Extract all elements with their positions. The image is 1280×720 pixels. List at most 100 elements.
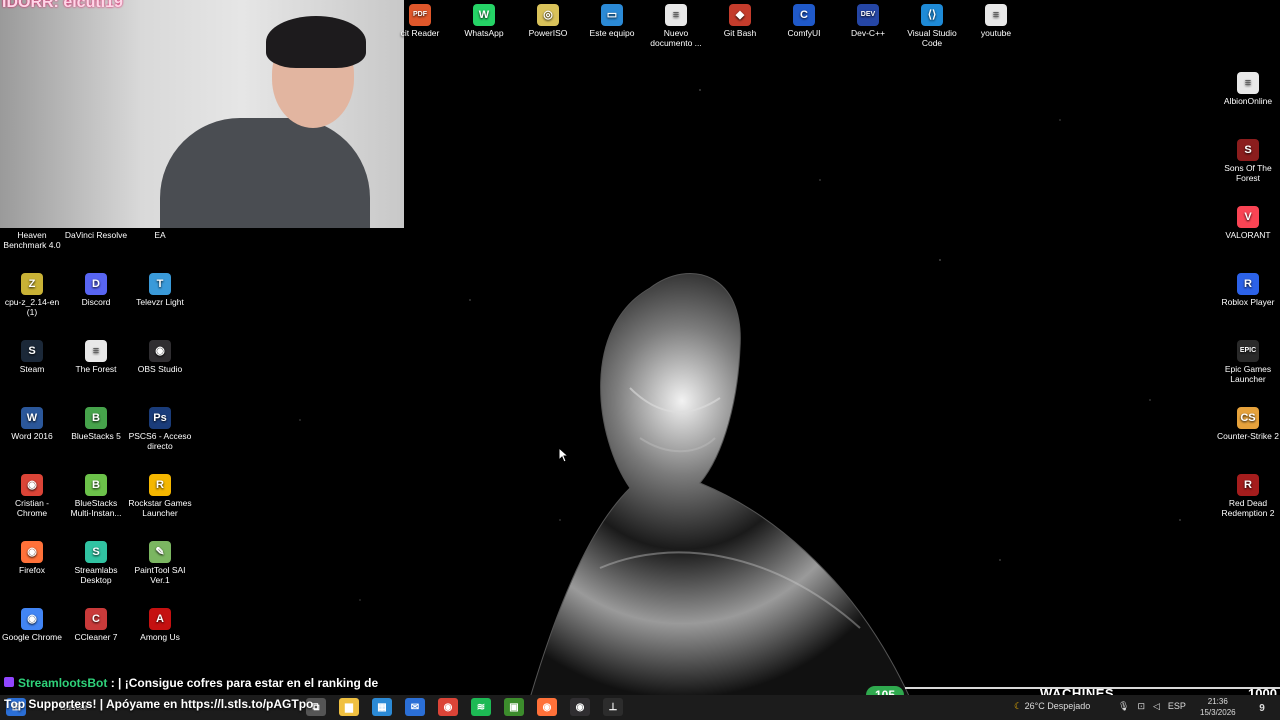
desktop-icon-pscs6-acceso-directo[interactable]: Ps PSCS6 - Acceso directo bbox=[128, 407, 192, 451]
language-indicator[interactable]: ESP bbox=[1168, 701, 1186, 712]
google-chrome-icon: ◉ bbox=[21, 608, 43, 630]
notifications-button[interactable]: 9 bbox=[1252, 699, 1272, 717]
taskbar-chrome-icon[interactable]: ◉ bbox=[438, 698, 458, 716]
clock-date: 15/3/2026 bbox=[1200, 708, 1236, 717]
desktop-icon-label: PowerISO bbox=[528, 28, 568, 38]
desktop-icon-painttool-sai-ver-1[interactable]: ✎ PaintTool SAI Ver.1 bbox=[128, 541, 192, 585]
roblox-player-icon: R bbox=[1237, 273, 1259, 295]
desktop-icon-davinci-resolve[interactable]: DaVinci Resolve bbox=[64, 206, 128, 240]
taskbar-file-explorer-icon[interactable]: ▆ bbox=[339, 698, 359, 716]
desktop-icon-among-us[interactable]: A Among Us bbox=[128, 608, 192, 642]
word-2016-icon: W bbox=[21, 407, 43, 429]
desktop-icon-obs-studio[interactable]: ◉ OBS Studio bbox=[128, 340, 192, 374]
desktop-icon-youtube[interactable]: ≡ youtube bbox=[964, 4, 1028, 38]
desktop-icon-label: Among Us bbox=[140, 632, 180, 642]
obs-studio-icon: ◉ bbox=[149, 340, 171, 362]
desktop-icon-cpu-z-2-14-en-1[interactable]: Zcpu-z_2.14-en (1) bbox=[0, 273, 64, 317]
desktop-icon-label: OBS Studio bbox=[137, 364, 183, 374]
bluestacks-5-icon: B bbox=[85, 407, 107, 429]
desktop-icon-steam[interactable]: S Steam bbox=[0, 340, 64, 374]
desktop-icon-label: VALORANT bbox=[1225, 230, 1271, 240]
weather-widget[interactable]: ☾ 26°C Despejado bbox=[1014, 701, 1090, 712]
desktop-icon-red-dead-redemption-2[interactable]: R Red Dead Redemption 2 bbox=[1216, 474, 1280, 518]
steam-icon: S bbox=[21, 340, 43, 362]
desktop-icon-bluestacks-multi-instan[interactable]: B BlueStacks Multi-Instan... bbox=[64, 474, 128, 518]
desktop-icon-word-2016[interactable]: W Word 2016 bbox=[0, 407, 64, 441]
top-supporters-ticker: Top Supporters! | Apóyame en https://l.s… bbox=[4, 697, 314, 711]
painttool-sai-ver-1-icon: ✎ bbox=[149, 541, 171, 563]
desktop-icon-ccleaner-7[interactable]: C CCleaner 7 bbox=[64, 608, 128, 642]
youtube-icon: ≡ bbox=[985, 4, 1007, 26]
poweriso-icon: ◎ bbox=[537, 4, 559, 26]
desktop-icon-the-forest[interactable]: ≡ The Forest bbox=[64, 340, 128, 374]
taskbar-terminal-icon[interactable]: ⊥ bbox=[603, 698, 623, 716]
counter-strike-2-icon: CS bbox=[1237, 407, 1259, 429]
desktop-icon-cit-reader[interactable]: PDF cit Reader bbox=[388, 4, 452, 38]
desktop-icon-epic-games-launcher[interactable]: EPIC Epic Games Launcher bbox=[1216, 340, 1280, 384]
desktop-icon-cristian-chrome[interactable]: ◉ Cristian - Chrome bbox=[0, 474, 64, 518]
taskbar-minecraft-icon[interactable]: ▣ bbox=[504, 698, 524, 716]
desktop-icon-label: WhatsApp bbox=[464, 28, 504, 38]
desktop-icon-streamlabs-desktop[interactable]: S Streamlabs Desktop bbox=[64, 541, 128, 585]
desktop-icon-label: Word 2016 bbox=[11, 431, 53, 441]
desktop-icon-visual-studio-code[interactable]: ⟨⟩ Visual Studio Code bbox=[900, 4, 964, 48]
desktop-icon-label: Streamlabs Desktop bbox=[74, 565, 118, 585]
chat-bot-name: StreamlootsBot bbox=[18, 676, 108, 690]
desktop-icon-roblox-player[interactable]: R Roblox Player bbox=[1216, 273, 1280, 307]
overlay-username: IDORR: elcuti19 bbox=[2, 0, 123, 11]
desktop-icon-firefox[interactable]: ◉ Firefox bbox=[0, 541, 64, 575]
desktop-icon-ea[interactable]: EA bbox=[128, 206, 192, 240]
desktop-icon-google-chrome[interactable]: ◉ Google Chrome bbox=[0, 608, 64, 642]
wallpaper-chrome-figure bbox=[529, 273, 911, 698]
valorant-icon: V bbox=[1237, 206, 1259, 228]
mouse-cursor-icon bbox=[558, 447, 570, 463]
desktop-icon-label: DaVinci Resolve bbox=[64, 230, 128, 240]
chat-separator: : bbox=[110, 676, 115, 690]
taskbar-obs-icon[interactable]: ◉ bbox=[570, 698, 590, 716]
desktop-icon-label: Este equipo bbox=[589, 28, 635, 38]
system-tray: 🎙 ⊡ ◁ ESP bbox=[1118, 701, 1186, 712]
cit-reader-icon: PDF bbox=[409, 4, 431, 26]
desktop-icon-label: Discord bbox=[81, 297, 111, 307]
desktop-icon-whatsapp[interactable]: W WhatsApp bbox=[452, 4, 516, 38]
desktop-icon-discord[interactable]: D Discord bbox=[64, 273, 128, 307]
desktop-icon-rockstar-games-launcher[interactable]: R Rockstar Games Launcher bbox=[128, 474, 192, 518]
cristian-chrome-icon: ◉ bbox=[21, 474, 43, 496]
desktop-icon-label: PaintTool SAI Ver.1 bbox=[134, 565, 186, 585]
desktop-icon-label: EA bbox=[154, 230, 166, 240]
network-icon[interactable]: ⊡ bbox=[1137, 701, 1145, 712]
red-dead-redemption-2-icon: R bbox=[1237, 474, 1259, 496]
desktop-icon-poweriso[interactable]: ◎ PowerISO bbox=[516, 4, 580, 38]
desktop-icon-nuevo-documento[interactable]: ≡ Nuevo documento ... bbox=[644, 4, 708, 48]
taskbar-firefox-icon[interactable]: ◉ bbox=[537, 698, 557, 716]
firefox-icon: ◉ bbox=[21, 541, 43, 563]
taskbar-clock[interactable]: 21:36 15/3/2026 bbox=[1200, 696, 1236, 718]
rockstar-games-launcher-icon: R bbox=[149, 474, 171, 496]
desktop-icon-dev-c[interactable]: DEV Dev-C++ bbox=[836, 4, 900, 38]
desktop-icon-git-bash[interactable]: ◆ Git Bash bbox=[708, 4, 772, 38]
epic-games-launcher-icon: EPIC bbox=[1237, 340, 1259, 362]
bot-badge-icon bbox=[4, 677, 14, 687]
desktop-icon-bluestacks-5[interactable]: B BlueStacks 5 bbox=[64, 407, 128, 441]
desktop-icon-label: Epic Games Launcher bbox=[1224, 364, 1272, 384]
clock-time: 21:36 bbox=[1207, 697, 1228, 706]
desktop-icon-sons-of-the-forest[interactable]: S Sons Of The Forest bbox=[1216, 139, 1280, 183]
sons-of-the-forest-icon: S bbox=[1237, 139, 1259, 161]
desktop-icon-label: Heaven Benchmark 4.0 bbox=[3, 230, 61, 250]
desktop-icon-heaven-benchmark-4-0[interactable]: Heaven Benchmark 4.0 bbox=[0, 206, 64, 250]
desktop-icon-label: Nuevo documento ... bbox=[650, 28, 702, 48]
desktop-icon-counter-strike-2[interactable]: CS Counter-Strike 2 bbox=[1216, 407, 1280, 441]
desktop-icon-label: Sons Of The Forest bbox=[1224, 163, 1272, 183]
desktop-icon-label: Cristian - Chrome bbox=[14, 498, 49, 518]
volume-icon[interactable]: ◁ bbox=[1153, 701, 1160, 712]
desktop-icon-televzr-light[interactable]: T Televzr Light bbox=[128, 273, 192, 307]
desktop-icon-este-equipo[interactable]: ▭ Este equipo bbox=[580, 4, 644, 38]
desktop-icon-comfyui[interactable]: C ComfyUI bbox=[772, 4, 836, 38]
taskbar-spotify-icon[interactable]: ≋ bbox=[471, 698, 491, 716]
mic-icon[interactable]: 🎙 bbox=[1118, 701, 1129, 712]
taskbar-store-icon[interactable]: ▦ bbox=[372, 698, 392, 716]
desktop-icon-albiononline[interactable]: ≡ AlbionOnline bbox=[1216, 72, 1280, 106]
desktop-icon-valorant[interactable]: V VALORANT bbox=[1216, 206, 1280, 240]
desktop-icon-label: Firefox bbox=[19, 565, 45, 575]
taskbar-mail-icon[interactable]: ✉ bbox=[405, 698, 425, 716]
